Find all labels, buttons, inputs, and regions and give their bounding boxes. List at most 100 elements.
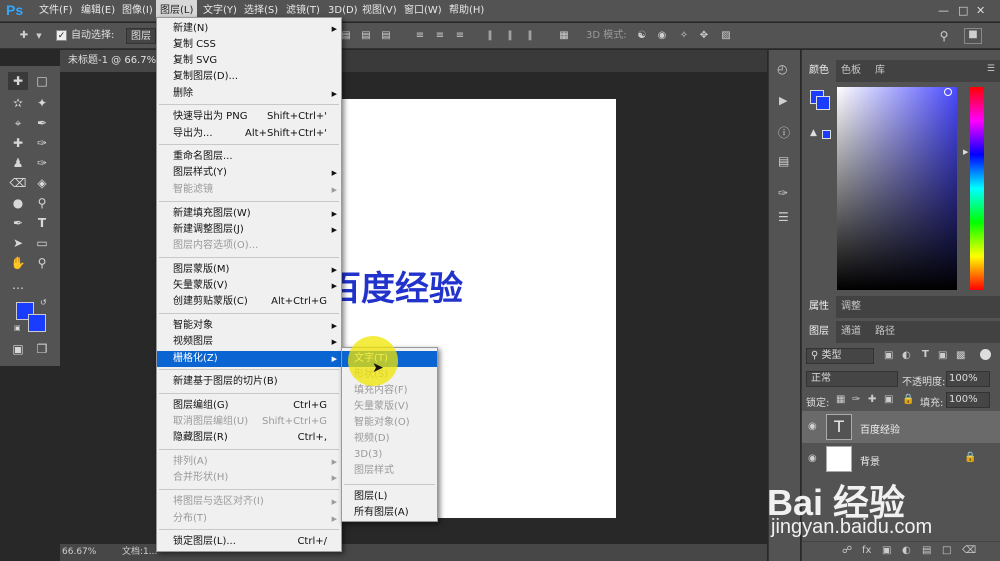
- align-bottom-icon[interactable]: ▤: [380, 30, 392, 42]
- eye-icon[interactable]: ◉: [808, 421, 817, 432]
- quick-mask-icon[interactable]: ▣: [8, 340, 28, 358]
- brush-tool-icon[interactable]: ✑: [32, 134, 52, 152]
- screen-mode-icon[interactable]: ❐: [32, 340, 52, 358]
- paint-bucket-tool-icon[interactable]: ◈: [32, 174, 52, 192]
- new-layer-icon[interactable]: □: [942, 545, 951, 556]
- tab-layers[interactable]: 图层: [802, 321, 836, 343]
- filter-shape-icon[interactable]: ▣: [938, 350, 947, 361]
- lock-transparent-icon[interactable]: ▦: [836, 394, 845, 405]
- lock-pixels-icon[interactable]: ✑: [852, 394, 860, 405]
- panel-background-swatch[interactable]: [816, 96, 830, 110]
- adjustment-layer-icon[interactable]: ◐: [902, 545, 911, 556]
- menu-edit[interactable]: 编辑(E): [81, 0, 115, 22]
- dodge-tool-icon[interactable]: ⚲: [32, 194, 52, 212]
- filter-type-icon[interactable]: T: [922, 349, 929, 360]
- layer-menu-item[interactable]: 复制 SVG: [157, 53, 341, 69]
- layer-menu-item[interactable]: 重命名图层...: [157, 149, 341, 165]
- align-vcenter-icon[interactable]: ▤: [360, 30, 372, 42]
- play-action-icon[interactable]: ▶: [779, 94, 787, 107]
- lock-position-icon[interactable]: ✚: [868, 394, 876, 405]
- layer-menu-item[interactable]: 复制 CSS: [157, 37, 341, 53]
- menu-image[interactable]: 图像(I): [122, 0, 153, 22]
- layer-menu-item[interactable]: 隐藏图层(R) Ctrl+,: [157, 430, 341, 446]
- eyedropper-tool-icon[interactable]: ✒: [32, 114, 52, 132]
- layer-menu-item[interactable]: 图层样式(Y) ▶: [157, 165, 341, 181]
- auto-select-checkbox[interactable]: ✓: [56, 30, 67, 41]
- history-icon[interactable]: ◴: [777, 62, 787, 76]
- move-tool-icon[interactable]: ✚: [8, 72, 28, 90]
- tab-swatches[interactable]: 色板: [834, 60, 868, 82]
- roll-3d-icon[interactable]: ◉: [656, 30, 668, 42]
- distribute-bottom-icon[interactable]: ≡: [454, 30, 466, 42]
- add-mask-icon[interactable]: ▣: [882, 545, 891, 556]
- eraser-tool-icon[interactable]: ⌫: [8, 174, 28, 192]
- hue-slider-handle[interactable]: ▶: [963, 148, 968, 156]
- rasterize-menu-item[interactable]: 图层(L): [342, 489, 437, 505]
- tab-adjustments[interactable]: 调整: [834, 296, 868, 318]
- path-selection-tool-icon[interactable]: ➤: [8, 234, 28, 252]
- hue-slider[interactable]: [970, 87, 984, 290]
- eye-icon[interactable]: ◉: [808, 453, 817, 464]
- layer-menu-item[interactable]: 快速导出为 PNG Shift+Ctrl+': [157, 109, 341, 125]
- chevron-down-icon[interactable]: ▼: [33, 30, 45, 42]
- menu-window[interactable]: 窗口(W): [404, 0, 442, 22]
- web-safe-swatch[interactable]: [822, 130, 831, 139]
- tab-channels[interactable]: 通道: [834, 321, 868, 343]
- healing-brush-tool-icon[interactable]: ✚: [8, 134, 28, 152]
- delete-layer-icon[interactable]: ⌫: [962, 545, 976, 556]
- layer-menu-item[interactable]: 视频图层 ▶: [157, 334, 341, 350]
- auto-align-icon[interactable]: ▦: [558, 30, 570, 42]
- rasterize-menu-item[interactable]: 所有图层(A): [342, 505, 437, 521]
- move-tool-icon[interactable]: ✚: [18, 30, 30, 42]
- layer-menu-item[interactable]: 图层蒙版(M) ▶: [157, 262, 341, 278]
- tab-color[interactable]: 颜色: [802, 60, 836, 82]
- pen-tool-icon[interactable]: ✒: [8, 214, 28, 232]
- swap-colors-icon[interactable]: ↺: [40, 298, 47, 307]
- layer-menu-item[interactable]: 新建(N) ▶: [157, 21, 341, 37]
- orbit-3d-icon[interactable]: ☯: [636, 30, 648, 42]
- brushes-icon[interactable]: ✑: [778, 186, 788, 200]
- rectangle-tool-icon[interactable]: ▭: [32, 234, 52, 252]
- background-color-swatch[interactable]: [28, 314, 46, 332]
- marquee-tool-icon[interactable]: □: [32, 72, 52, 90]
- tab-libraries[interactable]: 库: [868, 60, 892, 82]
- layer-menu-item[interactable]: 图层编组(G) Ctrl+G: [157, 398, 341, 414]
- color-field[interactable]: [837, 87, 957, 290]
- filter-pixel-icon[interactable]: ▣: [884, 350, 893, 361]
- layer-menu-item[interactable]: 栅格化(Z) ▶: [157, 351, 341, 367]
- history-brush-tool-icon[interactable]: ✑: [32, 154, 52, 172]
- search-icon[interactable]: ⚲: [938, 30, 950, 42]
- blend-mode-dropdown[interactable]: 正常: [806, 371, 898, 387]
- maximize-icon[interactable]: □: [958, 4, 968, 17]
- document-tab[interactable]: 未标题-1 @ 66.7% (: [60, 50, 172, 72]
- layer-menu-item[interactable]: 导出为... Alt+Shift+Ctrl+': [157, 126, 341, 142]
- link-layers-icon[interactable]: ☍: [842, 545, 852, 556]
- more-tools-icon[interactable]: …: [8, 276, 28, 294]
- blur-tool-icon[interactable]: ●: [8, 194, 28, 212]
- new-group-icon[interactable]: ▤: [922, 545, 931, 556]
- zoom-level[interactable]: 66.67%: [62, 544, 96, 561]
- clone-stamp-tool-icon[interactable]: ♟: [8, 154, 28, 172]
- layer-menu-item[interactable]: 智能对象 ▶: [157, 318, 341, 334]
- filter-adjustment-icon[interactable]: ◐: [902, 350, 911, 361]
- tab-paths[interactable]: 路径: [868, 321, 902, 343]
- layer-row-background[interactable]: ◉ 背景 🔒: [802, 443, 1000, 475]
- distribute-top-icon[interactable]: ≡: [414, 30, 426, 42]
- adjust-sliders-icon[interactable]: ☰: [778, 210, 789, 224]
- default-colors-icon[interactable]: ▣: [14, 324, 22, 332]
- distribute-right-icon[interactable]: ‖: [524, 30, 536, 42]
- layer-menu-item[interactable]: 矢量蒙版(V) ▶: [157, 278, 341, 294]
- lock-all-icon[interactable]: 🔒: [902, 394, 914, 405]
- layer-filter-dropdown[interactable]: ⚲ 类型: [806, 348, 874, 364]
- glyphs-icon[interactable]: ▤: [778, 154, 789, 168]
- magic-wand-tool-icon[interactable]: ✦: [32, 94, 52, 112]
- layer-menu-item[interactable]: 删除 ▶: [157, 86, 341, 102]
- layer-menu-item[interactable]: 新建填充图层(W) ▶: [157, 206, 341, 222]
- panel-menu-icon[interactable]: ☰: [987, 64, 995, 74]
- fill-field[interactable]: 100%: [946, 392, 990, 408]
- hand-tool-icon[interactable]: ✋: [8, 254, 28, 272]
- type-tool-icon[interactable]: T: [32, 214, 52, 232]
- minimize-icon[interactable]: —: [938, 4, 949, 17]
- menu-help[interactable]: 帮助(H): [449, 0, 484, 22]
- layer-menu-item[interactable]: 新建调整图层(J) ▶: [157, 222, 341, 238]
